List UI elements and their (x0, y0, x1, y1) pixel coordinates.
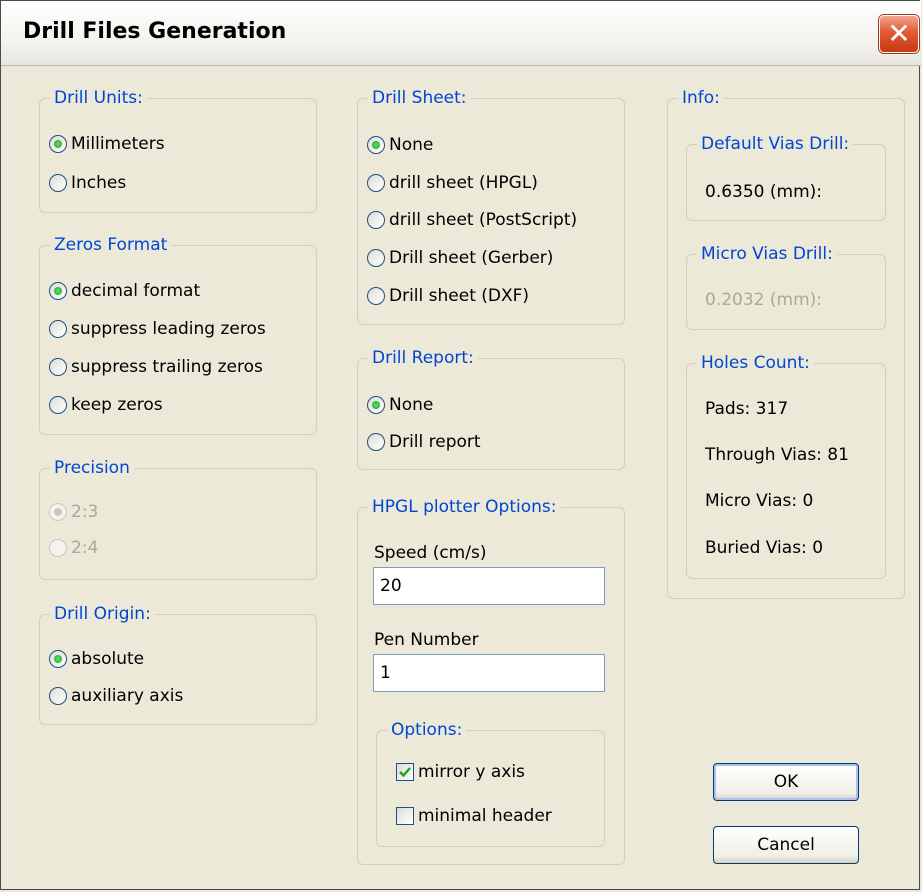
radio-unselected-icon[interactable] (49, 320, 67, 338)
radio-selected-icon[interactable] (367, 396, 385, 414)
radio-unselected-icon[interactable] (367, 174, 385, 192)
radio-auxiliary-axis[interactable]: auxiliary axis (49, 686, 183, 706)
precision-group: Precision (39, 457, 317, 580)
radio-unselected-icon[interactable] (367, 433, 385, 451)
holes-pads: Pads: 317 (705, 399, 789, 419)
drill-sheet-legend: Drill Sheet: (368, 87, 471, 109)
radio-sheet-hpgl[interactable]: drill sheet (HPGL) (367, 173, 538, 193)
radio-auxiliary-axis-label: auxiliary axis (71, 686, 184, 706)
drill-origin-legend: Drill Origin: (50, 603, 155, 625)
radio-unselected-icon[interactable] (367, 249, 385, 267)
radio-sheet-postscript-label: drill sheet (PostScript) (389, 210, 578, 230)
holes-through-vias: Through Vias: 81 (705, 445, 849, 465)
radio-decimal-format[interactable]: decimal format (49, 281, 200, 301)
radio-unselected-icon[interactable] (49, 396, 67, 414)
holes-count-legend: Holes Count: (697, 352, 814, 374)
close-icon: ✕ (887, 17, 911, 50)
zeros-format-legend: Zeros Format (50, 234, 172, 256)
precision-legend: Precision (50, 457, 134, 479)
holes-micro-vias: Micro Vias: 0 (705, 491, 814, 511)
radio-sheet-none-label: None (389, 135, 434, 155)
radio-absolute[interactable]: absolute (49, 649, 144, 669)
radio-drill-report-label: Drill report (389, 432, 481, 452)
checkbox-minimal-header[interactable]: minimal header (396, 806, 552, 826)
radio-suppress-trailing[interactable]: suppress trailing zeros (49, 357, 263, 377)
micro-vias-legend: Micro Vias Drill: (697, 243, 837, 265)
hpgl-suboptions-legend: Options: (387, 719, 467, 741)
radio-report-none-label: None (389, 395, 434, 415)
checkbox-checked-icon[interactable] (396, 763, 414, 781)
radio-selected-icon[interactable] (49, 282, 67, 300)
checkbox-mirror-y-axis[interactable]: mirror y axis (396, 762, 525, 782)
radio-inches[interactable]: Inches (49, 173, 126, 193)
radio-suppress-leading[interactable]: suppress leading zeros (49, 319, 266, 339)
radio-precision-2-4-label: 2:4 (71, 538, 99, 558)
radio-keep-zeros[interactable]: keep zeros (49, 395, 163, 415)
window-title: Drill Files Generation (23, 19, 287, 44)
pen-number-label: Pen Number (374, 630, 479, 650)
radio-selected-icon[interactable] (367, 136, 385, 154)
radio-sheet-hpgl-label: drill sheet (HPGL) (389, 173, 538, 193)
radio-precision-2-4: 2:4 (49, 538, 98, 558)
hpgl-options-legend: HPGL plotter Options: (368, 496, 561, 518)
radio-drill-report[interactable]: Drill report (367, 432, 481, 452)
pen-number-input[interactable]: 1 (373, 654, 605, 692)
radio-disabled-selected-icon (49, 503, 67, 521)
holes-buried-vias: Buried Vias: 0 (705, 538, 824, 558)
radio-sheet-dxf[interactable]: Drill sheet (DXF) (367, 286, 529, 306)
default-vias-legend: Default Vias Drill: (697, 133, 854, 155)
speed-label: Speed (cm/s) (374, 543, 487, 563)
radio-precision-2-3: 2:3 (49, 502, 98, 522)
dialog-window: Drill Files Generation ✕ Drill Units: Mi… (0, 0, 921, 890)
radio-sheet-gerber-label: Drill sheet (Gerber) (389, 248, 554, 268)
micro-vias-value: 0.2032 (mm): (705, 290, 822, 310)
radio-decimal-format-label: decimal format (71, 281, 201, 301)
radio-millimeters[interactable]: Millimeters (49, 134, 165, 154)
close-button[interactable]: ✕ (879, 15, 919, 53)
radio-sheet-postscript[interactable]: drill sheet (PostScript) (367, 210, 577, 230)
cancel-button[interactable]: Cancel (713, 826, 859, 864)
radio-precision-2-3-label: 2:3 (71, 502, 99, 522)
radio-disabled-icon (49, 539, 67, 557)
radio-selected-icon[interactable] (49, 135, 67, 153)
radio-millimeters-label: Millimeters (71, 134, 165, 154)
default-vias-value: 0.6350 (mm): (705, 182, 822, 202)
radio-absolute-label: absolute (71, 649, 145, 669)
drill-report-legend: Drill Report: (368, 347, 478, 369)
radio-unselected-icon[interactable] (367, 287, 385, 305)
radio-unselected-icon[interactable] (49, 358, 67, 376)
radio-report-none[interactable]: None (367, 395, 433, 415)
checkbox-unchecked-icon[interactable] (396, 807, 414, 825)
radio-unselected-icon[interactable] (367, 211, 385, 229)
radio-unselected-icon[interactable] (49, 174, 67, 192)
checkbox-mirror-y-axis-label: mirror y axis (418, 762, 525, 782)
radio-inches-label: Inches (71, 173, 127, 193)
info-legend: Info: (678, 87, 724, 109)
radio-selected-icon[interactable] (49, 650, 67, 668)
radio-suppress-trailing-label: suppress trailing zeros (71, 357, 263, 377)
drill-units-group: Drill Units: (39, 87, 317, 213)
checkbox-minimal-header-label: minimal header (418, 806, 552, 826)
speed-input[interactable]: 20 (373, 567, 605, 605)
radio-sheet-gerber[interactable]: Drill sheet (Gerber) (367, 248, 553, 268)
radio-sheet-dxf-label: Drill sheet (DXF) (389, 286, 530, 306)
radio-keep-zeros-label: keep zeros (71, 395, 163, 415)
title-bar[interactable]: Drill Files Generation ✕ (1, 1, 921, 66)
radio-sheet-none[interactable]: None (367, 135, 433, 155)
drill-origin-group: Drill Origin: (39, 603, 317, 725)
hpgl-suboptions-group: Options: (376, 719, 605, 847)
drill-units-legend: Drill Units: (50, 87, 147, 109)
radio-unselected-icon[interactable] (49, 687, 67, 705)
ok-button[interactable]: OK (713, 763, 859, 801)
radio-suppress-leading-label: suppress leading zeros (71, 319, 266, 339)
